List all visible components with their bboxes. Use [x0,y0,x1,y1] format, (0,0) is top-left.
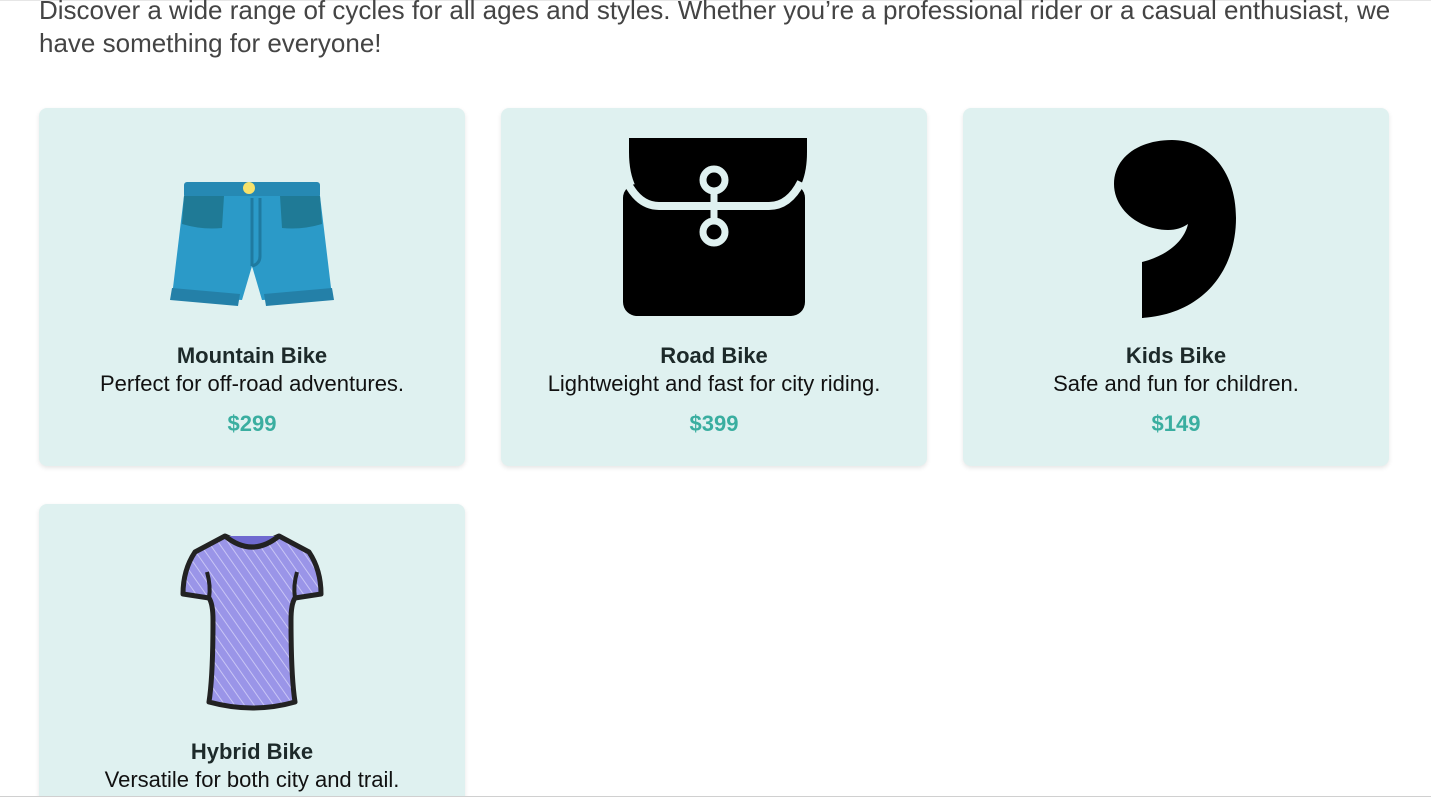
product-price: $399 [689,411,739,436]
product-title: Kids Bike [1125,343,1227,368]
product-price: $149 [1151,411,1201,436]
shorts-icon [170,182,334,306]
envelope-pouch-icon [623,138,807,316]
product-description: Perfect for off-road adventures. [99,371,405,396]
product-card-road-bike[interactable]: Road Bike Lightweight and fast for city … [501,108,927,466]
product-price: $299 [227,411,277,436]
product-card-kids-bike[interactable]: Kids Bike Safe and fun for children. $14… [963,108,1389,466]
product-image [39,526,465,716]
product-image [501,132,927,322]
tshirt-icon [180,533,324,711]
product-image [39,148,465,338]
product-description: Lightweight and fast for city riding. [547,371,881,396]
product-title: Hybrid Bike [190,739,314,764]
product-card-mountain-bike[interactable]: Mountain Bike Perfect for off-road adven… [39,108,465,466]
page: Discover a wide range of cycles for all … [0,0,1431,797]
intro-text: Discover a wide range of cycles for all … [39,0,1391,58]
product-title: Road Bike [660,343,768,368]
product-description: Safe and fun for children. [1053,371,1299,396]
product-description: Versatile for both city and trail. [104,767,400,792]
product-card-hybrid-bike[interactable]: Hybrid Bike Versatile for both city and … [39,504,465,797]
comma-icon [1114,140,1236,318]
product-image [963,132,1389,322]
product-title: Mountain Bike [176,343,328,368]
